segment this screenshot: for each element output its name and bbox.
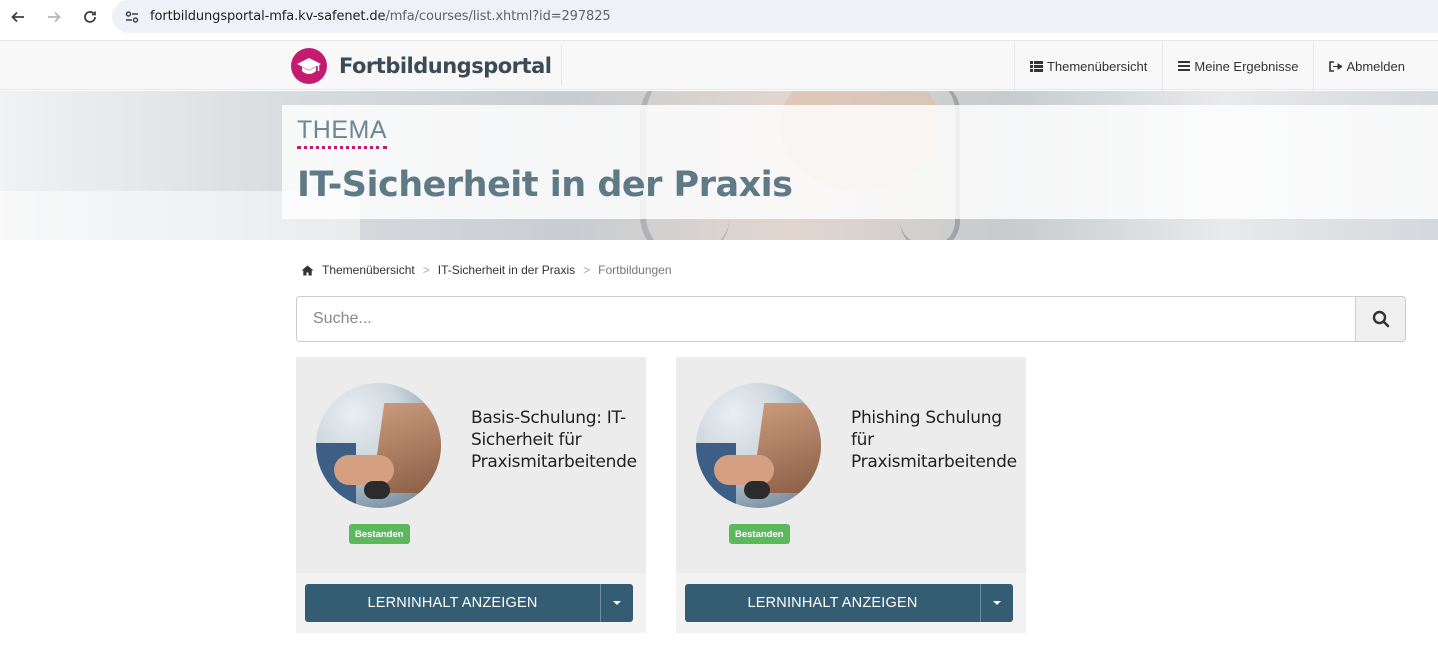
- nav-abmelden-label: Abmelden: [1346, 58, 1405, 74]
- back-icon[interactable]: [0, 0, 36, 34]
- search-button[interactable]: [1355, 296, 1406, 342]
- url-text: fortbildungsportal-mfa.kv-safenet.de/mfa…: [150, 9, 611, 24]
- site-info-icon[interactable]: [120, 5, 144, 29]
- course-image-hand: [334, 455, 394, 485]
- card-footer: LERNINHALT ANZEIGEN: [296, 573, 646, 633]
- page-title: IT-Sicherheit in der Praxis: [297, 165, 793, 205]
- course-image: [696, 383, 821, 508]
- site-navbar: Fortbildungsportal Themenübersicht Meine…: [0, 40, 1438, 91]
- nav-abmelden[interactable]: Abmelden: [1313, 41, 1420, 91]
- course-title: Basis-Schulung: IT-Sicherheit für Praxis…: [471, 408, 637, 472]
- browser-toolbar: fortbildungsportal-mfa.kv-safenet.de/mfa…: [0, 0, 1438, 34]
- forward-icon[interactable]: [36, 0, 72, 34]
- hero-banner: THEMA IT-Sicherheit in der Praxis: [0, 91, 1438, 240]
- sign-out-icon: [1329, 60, 1343, 72]
- dropdown-toggle-button[interactable]: [980, 584, 1013, 622]
- breadcrumb-topic-link[interactable]: IT-Sicherheit in der Praxis: [438, 263, 575, 277]
- dropdown-toggle-button[interactable]: [600, 584, 633, 622]
- caret-down-icon: [613, 601, 621, 605]
- nav-meine-ergebnisse[interactable]: Meine Ergebnisse: [1162, 41, 1313, 91]
- hero-panel: THEMA IT-Sicherheit in der Praxis: [282, 105, 1438, 219]
- course-image-mouse: [364, 481, 390, 499]
- search-bar: [296, 296, 1406, 342]
- nav-meine-ergebnisse-label: Meine Ergebnisse: [1194, 58, 1299, 74]
- status-badge: Bestanden: [349, 524, 410, 544]
- nav-themenuebersicht-label: Themenübersicht: [1046, 58, 1148, 74]
- course-image-mouse: [744, 481, 770, 499]
- graduation-cap-logo-icon: [291, 48, 327, 84]
- hero-label: THEMA: [297, 117, 387, 149]
- address-bar[interactable]: fortbildungsportal-mfa.kv-safenet.de/mfa…: [112, 0, 1438, 33]
- list-icon: [1029, 60, 1043, 72]
- brand-name: Fortbildungsportal: [339, 54, 552, 78]
- course-image-hand: [714, 455, 774, 485]
- reload-icon[interactable]: [72, 0, 108, 34]
- menu-icon: [1178, 61, 1191, 71]
- caret-down-icon: [993, 601, 1001, 605]
- search-input[interactable]: [296, 296, 1355, 342]
- show-content-button[interactable]: LERNINHALT ANZEIGEN: [685, 584, 980, 622]
- home-icon[interactable]: [301, 265, 314, 276]
- course-title: Phishing Schulung für Praxismitarbeitend…: [851, 408, 1017, 472]
- breadcrumb-separator: >: [583, 263, 591, 277]
- search-icon: [1372, 310, 1389, 328]
- course-image: [316, 383, 441, 508]
- status-badge: Bestanden: [729, 524, 790, 544]
- nav-themenuebersicht[interactable]: Themenübersicht: [1013, 41, 1162, 91]
- breadcrumb-home-link[interactable]: Themenübersicht: [322, 263, 415, 277]
- course-card: Phishing Schulung für Praxismitarbeitend…: [676, 357, 1026, 633]
- breadcrumb-separator: >: [422, 263, 430, 277]
- show-content-button[interactable]: LERNINHALT ANZEIGEN: [305, 584, 600, 622]
- breadcrumb: Themenübersicht > IT-Sicherheit in der P…: [301, 263, 672, 277]
- brand-link[interactable]: Fortbildungsportal: [291, 46, 563, 86]
- card-footer: LERNINHALT ANZEIGEN: [676, 573, 1026, 633]
- course-card: Basis-Schulung: IT-Sicherheit für Praxis…: [296, 357, 646, 633]
- breadcrumb-current: Fortbildungen: [598, 263, 672, 277]
